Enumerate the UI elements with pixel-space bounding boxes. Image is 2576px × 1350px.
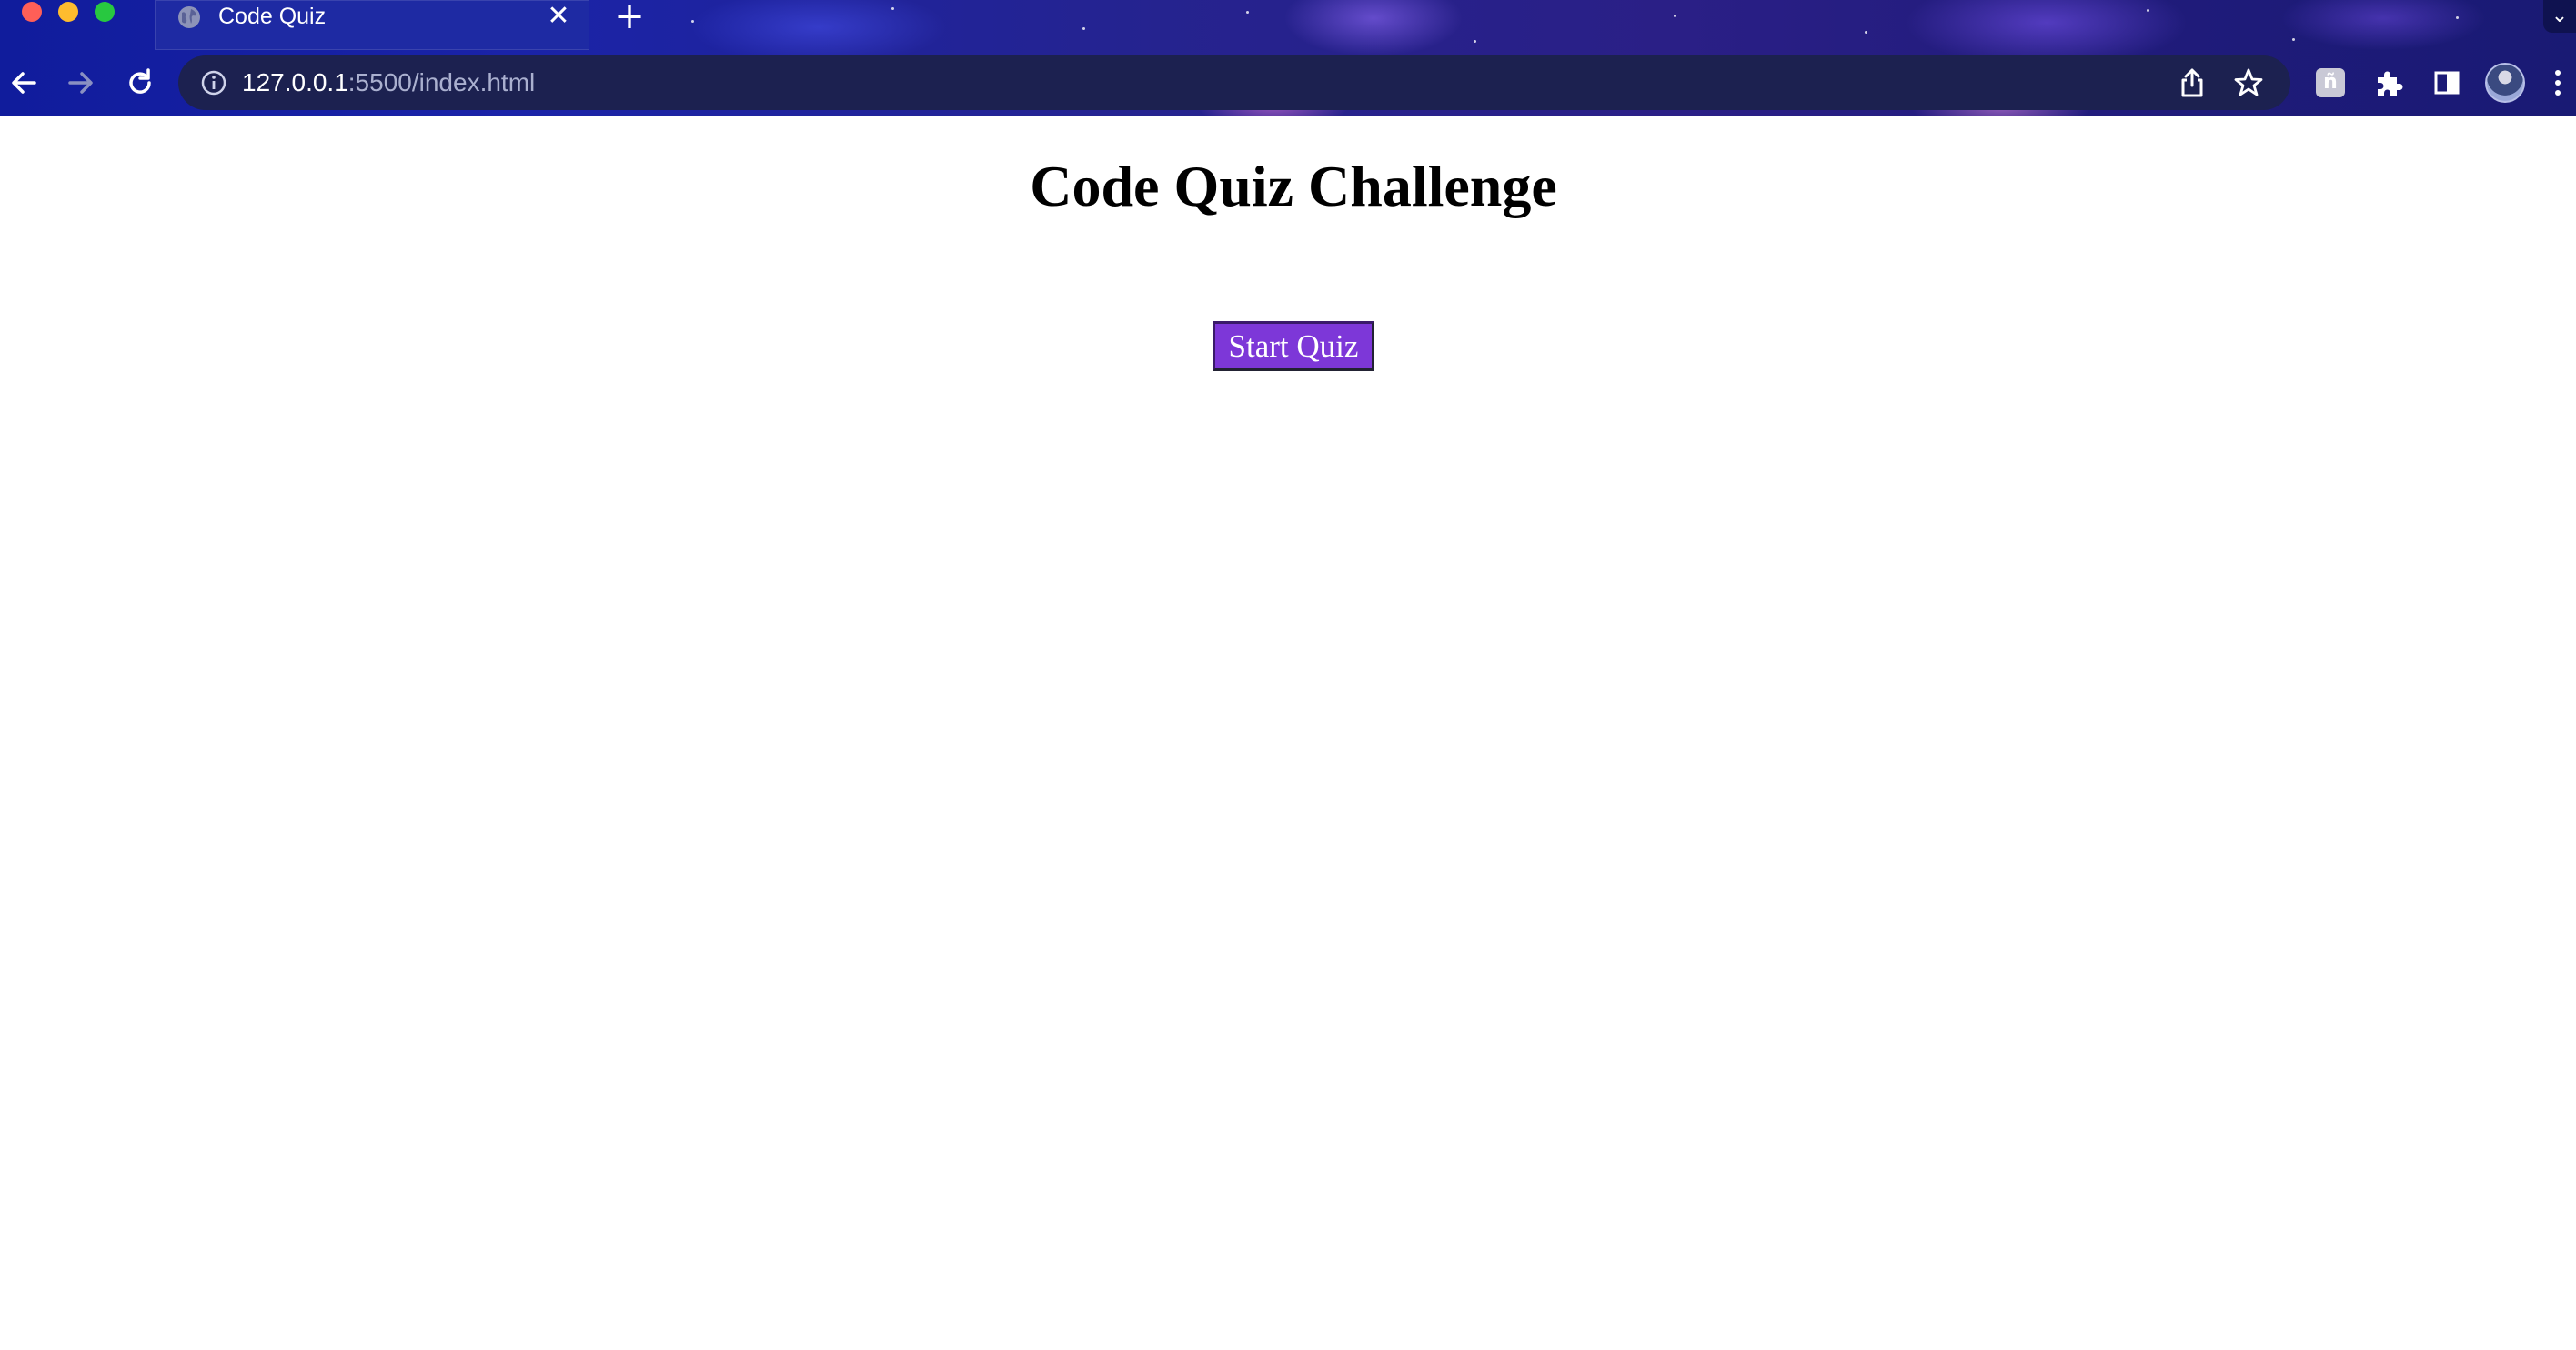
bookmark-star-icon[interactable] [2232,66,2265,99]
tab-search-chevron-icon[interactable]: ⌄ [2543,0,2576,33]
back-button[interactable] [0,59,47,106]
extension-icon: ñ [2316,68,2345,97]
address-bar[interactable]: 127.0.0.1:5500/index.html [178,55,2290,110]
close-tab-icon[interactable]: ✕ [544,2,573,31]
forward-arrow-icon [68,72,93,94]
more-menu-icon [2555,70,2561,96]
page-title: Code Quiz Challenge [1030,154,1557,218]
profile-button[interactable] [2485,63,2525,103]
start-quiz-button[interactable]: Start Quiz [1213,321,1374,371]
window-close-button[interactable] [22,2,42,22]
tab-code-quiz[interactable]: Code Quiz ✕ [155,0,589,50]
browser-chrome: Code Quiz ✕ + ⌄ 127.0.0.1:5500/index.htm… [0,0,2576,116]
window-zoom-button[interactable] [95,2,115,22]
share-icon[interactable] [2176,66,2209,99]
reload-icon [129,68,151,94]
url-host: 127.0.0.1 [242,68,348,96]
extension-button[interactable]: ñ [2310,63,2350,103]
browser-toolbar: 127.0.0.1:5500/index.html ñ [0,50,2576,116]
profile-avatar [2485,63,2525,103]
window-minimize-button[interactable] [58,2,78,22]
url-text[interactable]: 127.0.0.1:5500/index.html [242,68,535,97]
tab-title: Code Quiz [218,4,327,29]
url-path: :5500/index.html [347,68,536,96]
info-icon[interactable] [200,69,227,96]
back-arrow-icon [12,72,36,94]
extensions-button[interactable] [2369,63,2409,103]
globe-icon [176,5,202,30]
new-tab-button[interactable]: + [611,0,648,36]
puzzle-icon [2378,71,2403,96]
tab-strip: Code Quiz ✕ + ⌄ [0,0,2576,50]
side-panel-icon [2434,71,2460,95]
page-content: Code Quiz Challenge Start Quiz [0,116,2576,1350]
reload-button[interactable] [116,59,164,106]
forward-button[interactable] [57,59,105,106]
side-panel-button[interactable] [2427,63,2467,103]
more-menu-button[interactable] [2541,63,2574,103]
